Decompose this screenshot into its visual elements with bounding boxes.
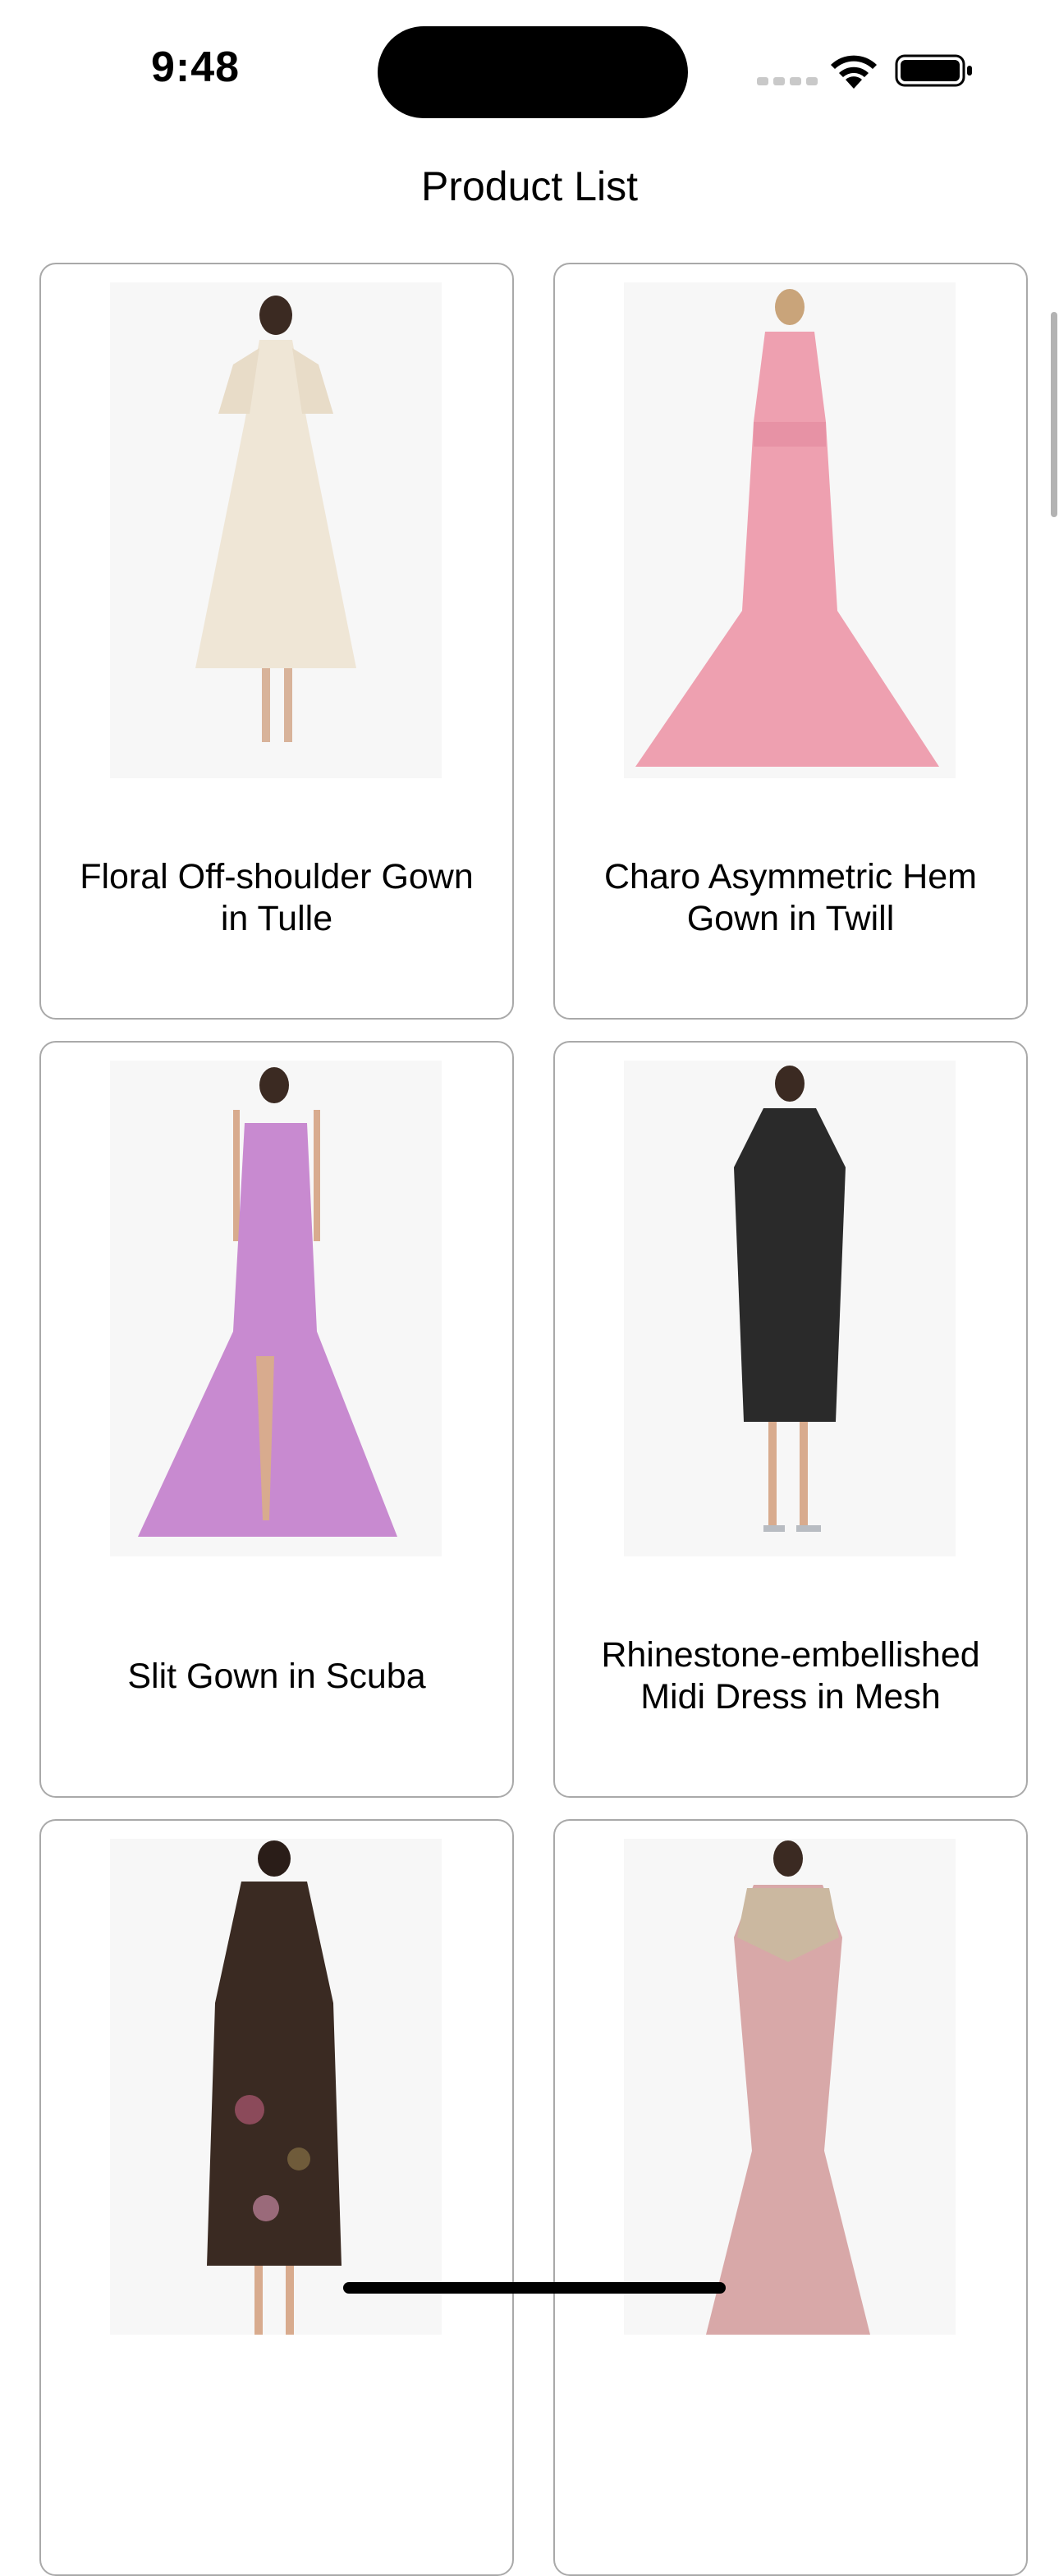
product-card[interactable]: Rhinestone-embellished Midi Dress in Mes… [553,1041,1028,1798]
dress-image-black-midi-dress [624,1061,956,1556]
product-grid: Floral Off-shoulder Gown in Tulle Charo … [39,263,1028,2576]
product-name: Floral Off-shoulder Gown in Tulle [80,857,474,938]
dress-image-pink-gown [624,282,956,778]
product-name: Rhinestone-embellished Midi Dress in Mes… [601,1635,980,1717]
product-name: Slit Gown in Scuba [127,1656,426,1696]
product-image [110,1061,442,1556]
cellular-signal-icon [757,77,818,85]
product-card[interactable]: Slit Gown in Scuba [39,1041,514,1798]
status-time: 9:48 [151,44,241,91]
dress-image-floral-midi-dress [110,1839,442,2335]
product-card[interactable] [39,1819,514,2576]
product-card[interactable] [553,1819,1028,2576]
product-name [571,2335,1010,2574]
dress-image-blush-gown [624,1839,956,2335]
product-name [57,2335,496,2574]
home-indicator[interactable] [343,2282,726,2294]
product-image [110,1839,442,2335]
product-image [624,282,956,778]
status-bar: 9:48 [0,0,1059,123]
product-name: Charo Asymmetric Hem Gown in Twill [604,857,977,938]
product-image [110,282,442,778]
product-card[interactable]: Floral Off-shoulder Gown in Tulle [39,263,514,1020]
wifi-icon [831,55,877,89]
page-title: Product List [420,163,638,209]
dynamic-island [378,26,688,118]
product-card[interactable]: Charo Asymmetric Hem Gown in Twill [553,263,1028,1020]
product-image [624,1061,956,1556]
dress-image-floral-gown [110,282,442,778]
scroll-indicator[interactable] [1051,312,1057,517]
battery-icon [895,54,972,87]
dress-image-lilac-gown [110,1061,442,1556]
product-image [624,1839,956,2335]
